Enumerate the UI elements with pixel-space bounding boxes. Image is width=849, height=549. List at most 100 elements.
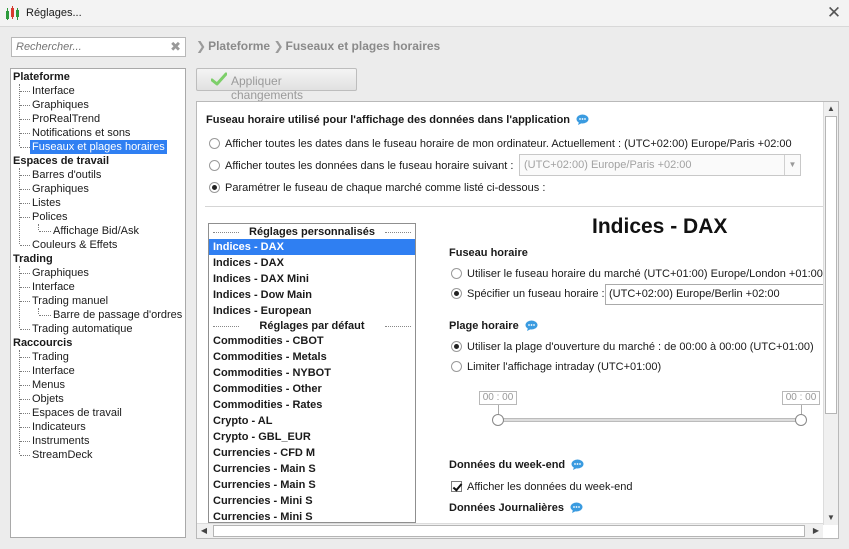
radio-label: Afficher toutes les données dans le fuse… xyxy=(225,160,514,172)
tree-item-streamdeck[interactable]: StreamDeck xyxy=(32,448,93,462)
tree-item-barre-ordres[interactable]: Barre de passage d'ordres xyxy=(53,308,182,322)
info-bubble-icon[interactable] xyxy=(525,320,538,331)
tree-item-couleurs[interactable]: Couleurs & Effets xyxy=(32,238,117,252)
tree-item-interface-2[interactable]: Interface xyxy=(32,280,75,294)
market-item-selected[interactable]: Indices - DAX xyxy=(209,239,415,255)
market-item[interactable]: Currencies - CFD M xyxy=(209,445,415,461)
scroll-left-icon[interactable]: ◀ xyxy=(197,524,211,538)
scroll-thumb[interactable] xyxy=(825,116,837,414)
market-item[interactable]: Currencies - Mini S xyxy=(209,493,415,509)
limit-intraday-option[interactable]: Limiter l'affichage intraday (UTC+01:00) xyxy=(451,360,661,374)
breadcrumb-item[interactable]: Plateforme xyxy=(208,39,270,53)
market-item[interactable]: Indices - DAX Mini xyxy=(209,271,415,287)
tree-category-plateforme[interactable]: Plateforme xyxy=(13,70,70,84)
tree-category-raccourcis[interactable]: Raccourcis xyxy=(13,336,72,350)
market-item[interactable]: Crypto - GBL_EUR xyxy=(209,429,415,445)
radio-button[interactable] xyxy=(209,138,220,149)
search-field[interactable]: ✖ xyxy=(11,37,186,57)
clear-search-icon[interactable]: ✖ xyxy=(170,39,181,55)
market-item[interactable]: Commodities - Other xyxy=(209,381,415,397)
radio-button-selected[interactable] xyxy=(451,288,462,299)
market-item[interactable]: Commodities - Metals xyxy=(209,349,415,365)
market-item[interactable]: Commodities - CBOT xyxy=(209,333,415,349)
slider-start-handle[interactable] xyxy=(492,414,504,426)
market-tz-option[interactable]: Utiliser le fuseau horaire du marché (UT… xyxy=(451,267,823,281)
slider-end-handle[interactable] xyxy=(795,414,807,426)
close-icon[interactable]: ✕ xyxy=(824,3,844,23)
market-item[interactable]: Currencies - Mini S xyxy=(209,509,415,522)
timezone-input[interactable]: (UTC+02:00) Europe/Berlin +02:00 xyxy=(605,284,838,305)
tree-item-trading-auto[interactable]: Trading automatique xyxy=(32,322,133,336)
tree-item-espaces-travail[interactable]: Espaces de travail xyxy=(32,406,122,420)
section-title-text: Données du week-end xyxy=(449,459,566,471)
radio-label: Utiliser la plage d'ouverture du marché … xyxy=(467,341,814,353)
radio-button-selected[interactable] xyxy=(451,341,462,352)
search-input[interactable] xyxy=(12,38,162,56)
tree-item-instruments[interactable]: Instruments xyxy=(32,434,89,448)
radio-label: Paramétrer le fuseau de chaque marché co… xyxy=(225,182,546,194)
section-title-text: Fuseau horaire utilisé pour l'affichage … xyxy=(206,114,571,126)
apply-changes-button[interactable]: Appliquer changements xyxy=(196,68,357,102)
market-item[interactable]: Indices - Dow Main xyxy=(209,287,415,303)
tree-item-graphiques-3[interactable]: Graphiques xyxy=(32,266,89,280)
info-bubble-icon[interactable] xyxy=(570,502,583,513)
scroll-up-icon[interactable]: ▲ xyxy=(824,102,838,116)
info-bubble-icon[interactable] xyxy=(576,114,589,125)
vertical-scrollbar[interactable]: ▲ ▼ xyxy=(823,102,838,525)
radio-button[interactable] xyxy=(451,268,462,279)
settings-tree: Plateforme Interface Graphiques ProRealT… xyxy=(10,68,186,538)
tree-item-fuseaux-selected[interactable]: Fuseaux et plages horaires xyxy=(30,140,167,154)
tree-item-graphiques-2[interactable]: Graphiques xyxy=(32,182,89,196)
tree-item-barres-outils[interactable]: Barres d'outils xyxy=(32,168,101,182)
tree-item-interface[interactable]: Interface xyxy=(32,84,75,98)
breadcrumb: ❯ Plateforme ❯ Fuseaux et plages horaires xyxy=(196,39,440,53)
market-item[interactable]: Crypto - AL xyxy=(209,413,415,429)
tree-item-bid-ask[interactable]: Affichage Bid/Ask xyxy=(53,224,139,238)
market-list[interactable]: Réglages personnalisés Indices - DAX Ind… xyxy=(208,223,416,523)
market-item[interactable]: Currencies - Main S xyxy=(209,461,415,477)
horizontal-scrollbar[interactable]: ◀ ▶ xyxy=(197,523,823,538)
tree-item-interface-3[interactable]: Interface xyxy=(32,364,75,378)
tree-item-polices[interactable]: Polices xyxy=(32,210,67,224)
tree-item-graphiques[interactable]: Graphiques xyxy=(32,98,89,112)
market-item[interactable]: Indices - DAX xyxy=(209,255,415,271)
radio-button[interactable] xyxy=(451,361,462,372)
market-item[interactable]: Currencies - Main S xyxy=(209,477,415,493)
timezone-select[interactable]: (UTC+02:00) Europe/Paris +02:00 ▼ xyxy=(519,154,801,176)
weekend-checkbox[interactable] xyxy=(451,481,462,492)
weekend-checkbox-row[interactable]: Afficher les données du week-end xyxy=(451,480,633,494)
market-item[interactable]: Commodities - Rates xyxy=(209,397,415,413)
tz-option-computer[interactable]: Afficher toutes les dates dans le fuseau… xyxy=(209,137,792,151)
tz-option-fixed[interactable]: Afficher toutes les données dans le fuse… xyxy=(209,159,513,173)
tree-item-listes[interactable]: Listes xyxy=(32,196,61,210)
time-range-slider[interactable] xyxy=(498,418,801,422)
info-bubble-icon[interactable] xyxy=(571,459,584,470)
tree-item-notifications[interactable]: Notifications et sons xyxy=(32,126,130,140)
window-title: Réglages... xyxy=(26,7,82,19)
radio-button-selected[interactable] xyxy=(209,182,220,193)
tree-category-trading[interactable]: Trading xyxy=(13,252,53,266)
tree-item-trading-manuel[interactable]: Trading manuel xyxy=(32,294,108,308)
tz-option-per-market[interactable]: Paramétrer le fuseau de chaque marché co… xyxy=(209,181,545,195)
slider-start-time[interactable]: 00 : 00 xyxy=(479,391,517,405)
tree-item-menus[interactable]: Menus xyxy=(32,378,65,392)
tree-category-espaces[interactable]: Espaces de travail xyxy=(13,154,109,168)
tree-item-prorealtrend[interactable]: ProRealTrend xyxy=(32,112,100,126)
radio-button[interactable] xyxy=(209,160,220,171)
scroll-thumb[interactable] xyxy=(213,525,805,537)
custom-tz-option[interactable]: Spécifier un fuseau horaire : xyxy=(451,287,605,301)
scroll-down-icon[interactable]: ▼ xyxy=(824,511,838,525)
scroll-right-icon[interactable]: ▶ xyxy=(809,524,823,538)
plage-title: Plage horaire xyxy=(449,320,538,332)
market-hours-option[interactable]: Utiliser la plage d'ouverture du marché … xyxy=(451,340,814,354)
weekend-title: Données du week-end xyxy=(449,459,584,471)
tree-item-trading[interactable]: Trading xyxy=(32,350,69,364)
default-settings-header: Réglages par défaut xyxy=(209,319,415,333)
tree-item-objets[interactable]: Objets xyxy=(32,392,64,406)
market-item[interactable]: Indices - European xyxy=(209,303,415,319)
market-item[interactable]: Commodities - NYBOT xyxy=(209,365,415,381)
tree-item-indicateurs[interactable]: Indicateurs xyxy=(32,420,86,434)
slider-end-time[interactable]: 00 : 00 xyxy=(782,391,820,405)
chevron-down-icon[interactable]: ▼ xyxy=(784,155,800,175)
daily-title: Données Journalières xyxy=(449,502,583,514)
